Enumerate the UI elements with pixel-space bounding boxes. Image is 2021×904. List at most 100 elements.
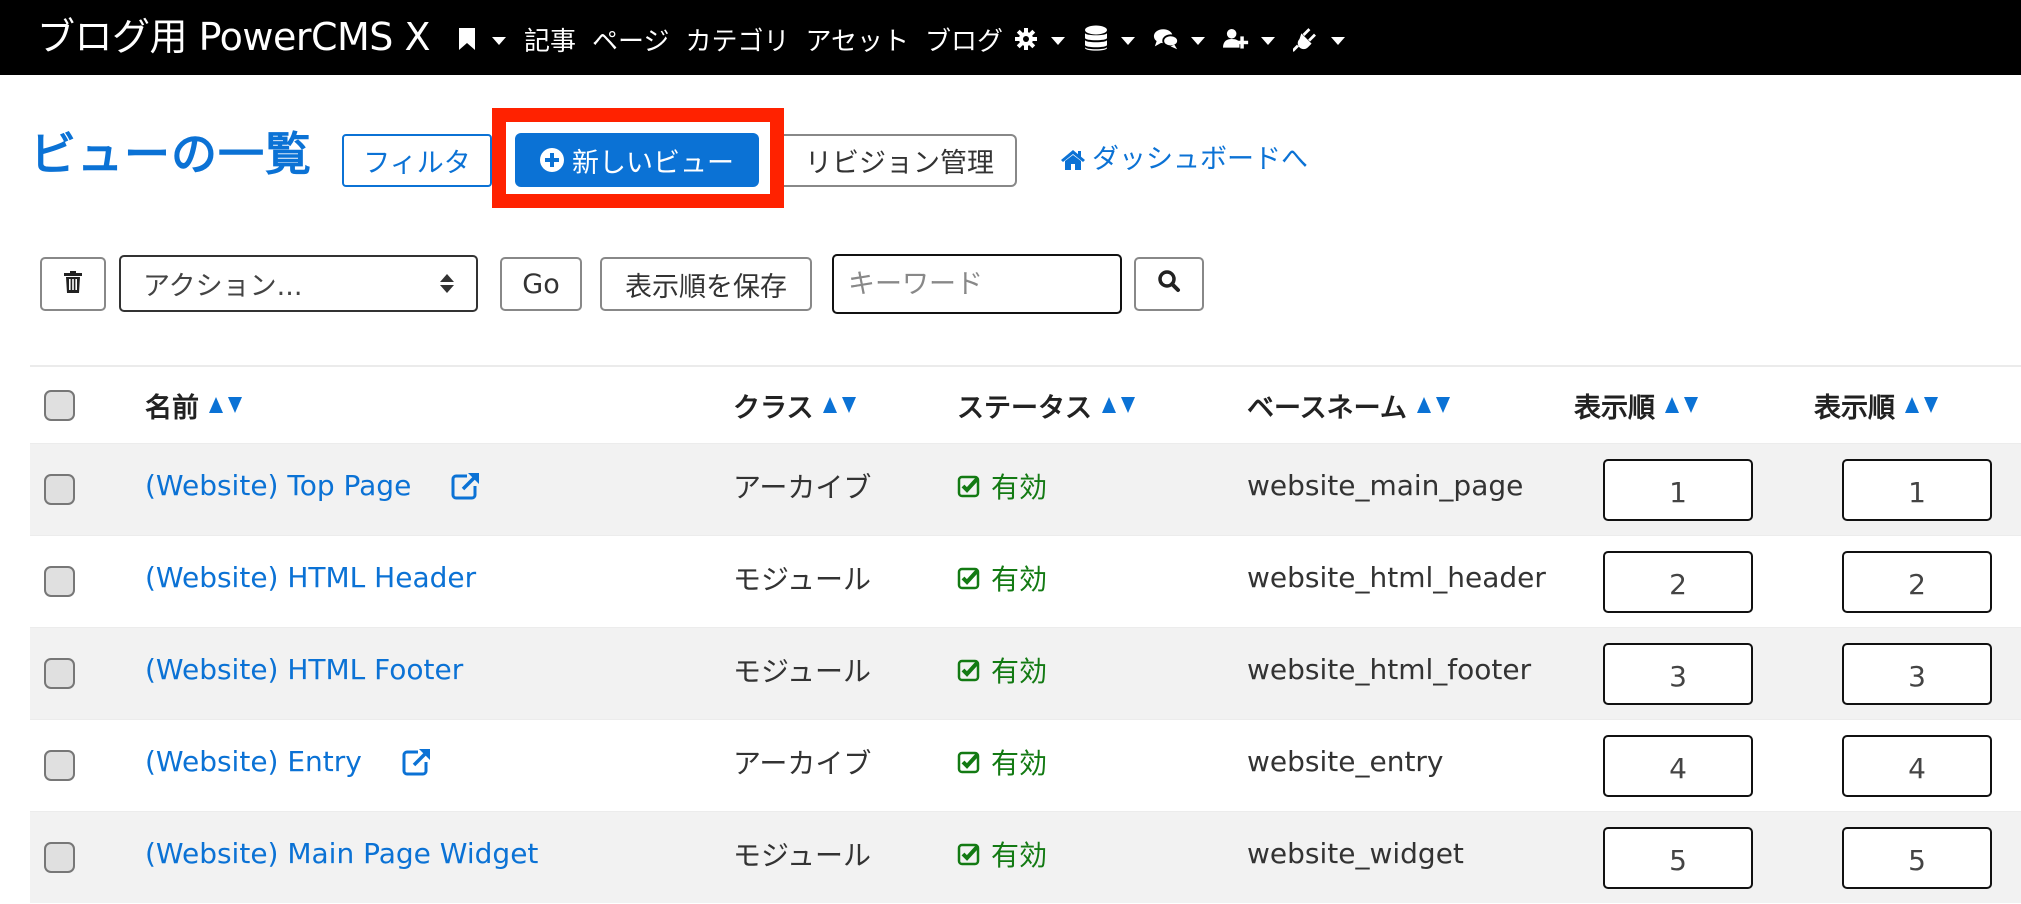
new-view-button[interactable]: 新しいビュー: [515, 133, 759, 187]
view-name-link[interactable]: (Website) Entry: [145, 745, 362, 778]
views-table: 名前 クラス ステータス ベースネーム 表示順 表示順 (Website) To…: [30, 365, 2021, 903]
status-badge: 有効: [957, 650, 1047, 690]
nav-item-blogs[interactable]: ブログ: [925, 21, 1013, 58]
home-icon: [1060, 149, 1086, 171]
view-basename: website_html_header: [1247, 561, 1546, 594]
order-input[interactable]: [1603, 734, 1753, 797]
chevron-down-icon: [1191, 37, 1206, 45]
row-checkbox[interactable]: [44, 474, 75, 505]
chevron-down-icon: [1121, 37, 1136, 45]
status-badge: 有効: [957, 742, 1047, 782]
go-button[interactable]: Go: [500, 257, 582, 311]
keyword-search-input[interactable]: [832, 254, 1122, 314]
external-link-icon[interactable]: [402, 748, 432, 776]
nav-comments-dropdown[interactable]: [1153, 26, 1223, 52]
view-basename: website_entry: [1247, 745, 1444, 778]
nav-item-pages[interactable]: ページ: [592, 21, 685, 58]
nav-plugins-dropdown[interactable]: [1293, 26, 1363, 52]
sort-controls: [1416, 397, 1450, 413]
select-all-checkbox[interactable]: [44, 389, 75, 421]
sort-desc-icon[interactable]: [1435, 397, 1450, 413]
sort-controls: [209, 397, 242, 413]
order-input-2[interactable]: [1842, 826, 1992, 889]
save-order-button[interactable]: 表示順を保存: [600, 257, 812, 311]
column-header-name: 名前: [145, 367, 242, 443]
view-name-link[interactable]: (Website) Main Page Widget: [145, 837, 538, 870]
chevron-down-icon: [1331, 37, 1346, 45]
column-header-status: ステータス: [957, 367, 1135, 443]
status-badge: 有効: [957, 558, 1047, 598]
sort-asc-icon[interactable]: [1102, 397, 1116, 413]
order-input-2[interactable]: [1842, 458, 1992, 521]
sort-desc-icon[interactable]: [228, 397, 242, 413]
view-name-link[interactable]: (Website) HTML Footer: [145, 653, 463, 686]
table-row: (Website) Top Page アーカイブ 有効 website_main…: [30, 443, 2021, 535]
view-basename: website_main_page: [1247, 469, 1524, 502]
column-header-basename: ベースネーム: [1247, 367, 1450, 443]
external-link-icon[interactable]: [451, 472, 481, 500]
app-brand[interactable]: ブログ用 PowerCMS X: [37, 12, 431, 62]
page-title: ビューの一覧: [30, 127, 312, 181]
nav-database-dropdown[interactable]: [1083, 25, 1153, 52]
chevron-down-icon: [1051, 37, 1066, 45]
sort-desc-icon[interactable]: [1121, 397, 1135, 413]
table-row: (Website) Main Page Widget モジュール 有効 webs…: [30, 811, 2021, 903]
dashboard-link-label: ダッシュボードへ: [1092, 144, 1308, 175]
column-header-order: 表示順: [1574, 367, 1698, 443]
dashboard-link[interactable]: ダッシュボードへ: [1060, 140, 1308, 180]
view-class: モジュール: [733, 654, 872, 688]
revision-management-button[interactable]: リビジョン管理: [784, 134, 1017, 187]
row-checkbox[interactable]: [44, 750, 75, 781]
nav-menu: 記事 ページ カテゴリ アセット ブログ: [454, 18, 1363, 60]
view-name-link[interactable]: (Website) HTML Header: [145, 561, 476, 594]
view-name-link[interactable]: (Website) Top Page: [145, 469, 411, 502]
order-input-2[interactable]: [1842, 550, 1992, 613]
row-checkbox[interactable]: [44, 566, 75, 597]
column-header-order-2: 表示順: [1814, 367, 1938, 443]
sort-asc-icon[interactable]: [1905, 397, 1919, 413]
sort-asc-icon[interactable]: [1665, 397, 1679, 413]
chevron-down-icon: [492, 37, 506, 45]
action-select[interactable]: アクション...: [119, 255, 478, 312]
order-input[interactable]: [1603, 550, 1753, 613]
sort-desc-icon[interactable]: [1684, 397, 1698, 413]
gear-icon: [1013, 26, 1039, 52]
sort-controls: [1665, 397, 1698, 413]
nav-item-categories[interactable]: カテゴリ: [686, 21, 806, 58]
nav-item-assets[interactable]: アセット: [806, 21, 925, 58]
sort-controls: [1905, 397, 1938, 413]
nav-users-dropdown[interactable]: [1223, 26, 1293, 52]
view-basename: website_widget: [1247, 837, 1464, 870]
nav-settings-dropdown[interactable]: [1013, 26, 1083, 52]
order-input-2[interactable]: [1842, 734, 1992, 797]
comments-icon: [1153, 26, 1180, 52]
order-input[interactable]: [1603, 642, 1753, 705]
sort-asc-icon[interactable]: [823, 397, 838, 413]
view-class: モジュール: [733, 838, 872, 872]
nav-item-entries[interactable]: 記事: [524, 21, 592, 58]
row-checkbox[interactable]: [44, 658, 75, 689]
search-button[interactable]: [1134, 257, 1204, 311]
plus-circle-icon: [540, 148, 564, 172]
chevron-down-icon: [1261, 37, 1276, 45]
sort-asc-icon[interactable]: [1416, 397, 1431, 413]
sort-desc-icon[interactable]: [842, 397, 857, 413]
trash-icon: [64, 269, 82, 300]
nav-bookmark-dropdown[interactable]: [454, 26, 524, 52]
view-class: アーカイブ: [733, 746, 872, 780]
table-row: (Website) HTML Footer モジュール 有効 website_h…: [30, 627, 2021, 719]
order-input[interactable]: [1603, 458, 1753, 521]
column-header-class: クラス: [733, 367, 857, 443]
check-square-icon: [957, 750, 981, 774]
action-select-value: アクション...: [143, 271, 303, 302]
order-input-2[interactable]: [1842, 642, 1992, 705]
row-checkbox[interactable]: [44, 842, 75, 873]
order-input[interactable]: [1603, 826, 1753, 889]
new-view-label: 新しいビュー: [572, 147, 734, 179]
delete-button[interactable]: [40, 257, 106, 311]
sort-desc-icon[interactable]: [1924, 397, 1938, 413]
filter-button[interactable]: フィルタ: [342, 134, 492, 187]
sort-asc-icon[interactable]: [209, 397, 223, 413]
sort-controls: [823, 397, 857, 413]
search-icon: [1157, 269, 1181, 300]
